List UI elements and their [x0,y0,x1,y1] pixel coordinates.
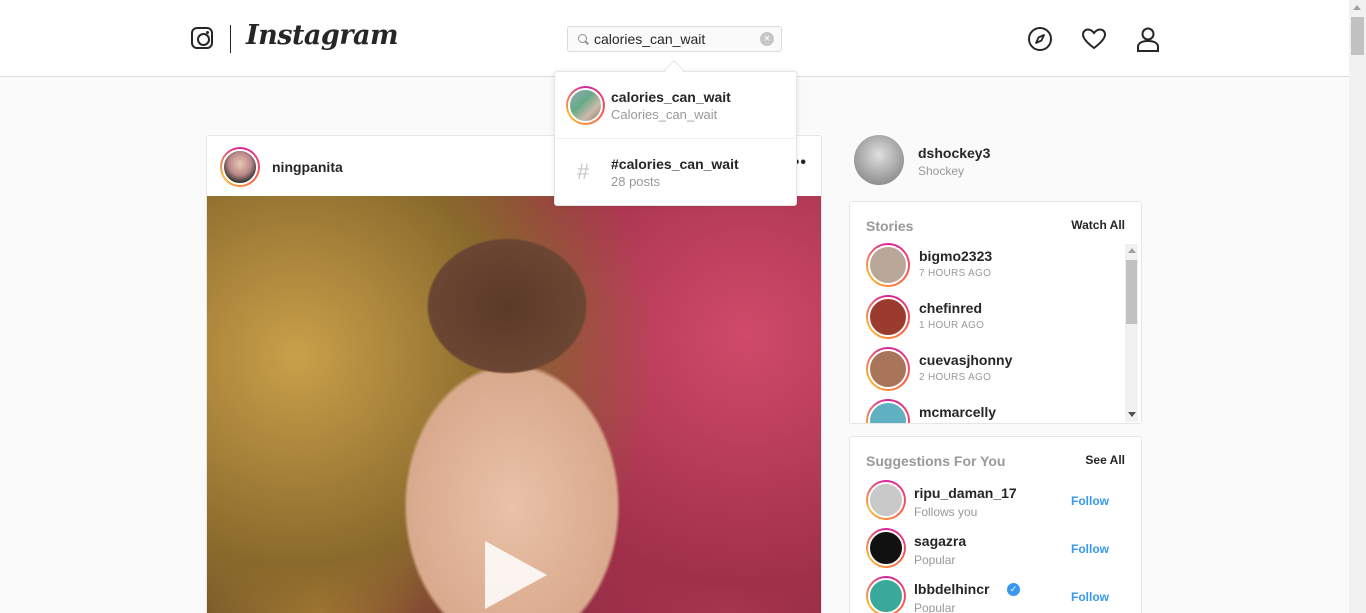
suggestion-item: ripu_daman_17 Follows you Follow [850,480,1125,532]
follow-button[interactable]: Follow [1071,494,1109,508]
search-input[interactable] [594,30,754,48]
story-username: mcmarcelly [919,404,997,420]
current-user-username[interactable]: dshockey3 [918,145,990,161]
search-results-dropdown: calories_can_wait Calories_can_wait # #c… [554,71,797,206]
story-item[interactable]: chefinred 1 HOUR AGO [850,295,1125,347]
search-result-hashtag[interactable]: # #calories_can_wait 28 posts [555,139,796,206]
scroll-down-icon[interactable] [1128,412,1136,417]
avatar [866,243,910,287]
suggestions-panel: Suggestions For You See All ripu_daman_1… [849,436,1142,613]
logo-divider [230,25,231,53]
scroll-up-icon[interactable] [1128,248,1136,253]
suggestion-username[interactable]: lbbdelhincr [914,581,989,597]
clear-search-icon[interactable]: × [760,32,774,46]
suggestion-reason: Popular [914,553,956,567]
scroll-thumb[interactable] [1351,17,1364,55]
avatar [866,399,910,423]
page-scrollbar[interactable] [1349,0,1366,613]
watch-all-link[interactable]: Watch All [1071,218,1125,232]
search-result-user[interactable]: calories_can_wait Calories_can_wait [555,72,796,139]
avatar [866,295,910,339]
story-time: 2 HOURS AGO [919,372,992,383]
feed-post: ningpanita ••• [206,135,822,613]
stories-title: Stories [866,218,914,234]
verified-badge-icon: ✓ [1007,583,1020,596]
suggestion-reason: Popular [914,601,956,613]
suggestion-username[interactable]: sagazra [914,533,966,549]
suggestion-username[interactable]: ripu_daman_17 [914,485,1017,501]
search-result-subtitle: 28 posts [611,174,661,189]
suggestion-item: lbbdelhincr ✓ Popular Follow [850,576,1125,613]
play-icon[interactable] [485,541,547,609]
search-icon [578,34,587,43]
search-result-subtitle: Calories_can_wait [611,107,718,122]
stories-panel: Stories Watch All bigmo2323 7 HOURS AGO … [849,201,1142,424]
instagram-glyph-icon[interactable] [191,27,213,49]
avatar[interactable] [866,576,906,613]
suggestion-reason: Follows you [914,505,978,519]
avatar[interactable] [866,528,906,568]
follow-button[interactable]: Follow [1071,542,1109,556]
scroll-thumb[interactable] [1126,260,1137,324]
story-username: cuevasjhonny [919,352,1013,368]
post-author-username[interactable]: ningpanita [272,159,343,175]
instagram-wordmark[interactable]: Instagram [246,20,399,51]
avatar [566,86,605,125]
explore-compass-icon[interactable] [1027,26,1053,52]
stories-scrollbar[interactable] [1125,244,1138,422]
story-time: 7 HOURS AGO [919,268,992,279]
see-all-link[interactable]: See All [1085,453,1125,467]
story-username: chefinred [919,300,983,316]
story-item[interactable]: mcmarcelly [850,399,1125,423]
suggestion-item: sagazra Popular Follow [850,528,1125,580]
post-author-avatar[interactable] [220,147,260,187]
profile-icon[interactable] [1135,26,1161,52]
search-result-title: calories_can_wait [611,89,731,105]
post-video[interactable] [207,196,821,613]
hashtag-icon: # [577,159,590,184]
current-user-avatar[interactable] [854,135,904,185]
scroll-up-icon[interactable] [1353,5,1361,10]
suggestions-title: Suggestions For You [866,453,1006,469]
avatar [866,347,910,391]
activity-heart-icon[interactable] [1081,26,1107,52]
story-item[interactable]: bigmo2323 7 HOURS AGO [850,243,1125,295]
search-result-title: #calories_can_wait [611,156,739,172]
search-box[interactable]: × [567,26,782,52]
follow-button[interactable]: Follow [1071,590,1109,604]
avatar[interactable] [866,480,906,520]
story-username: bigmo2323 [919,248,993,264]
story-time: 1 HOUR AGO [919,320,985,331]
story-item[interactable]: cuevasjhonny 2 HOURS AGO [850,347,1125,399]
current-user-fullname: Shockey [918,164,965,178]
